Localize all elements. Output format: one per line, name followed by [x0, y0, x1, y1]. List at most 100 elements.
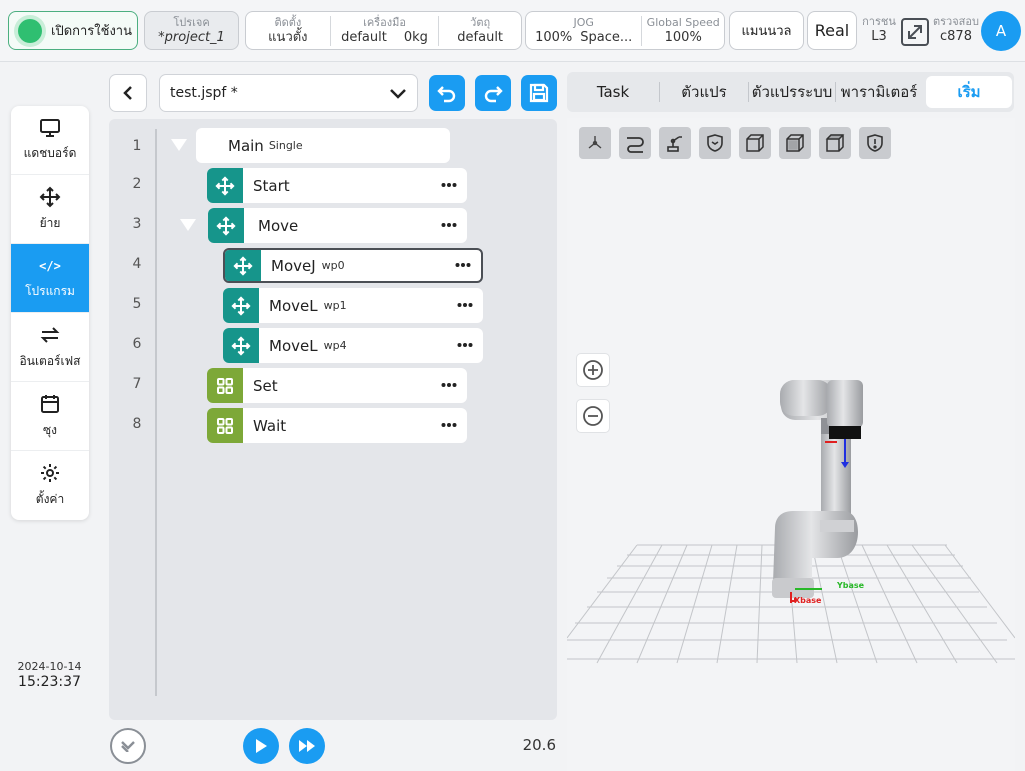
more-icon[interactable]	[441, 418, 457, 432]
clock: 2024-10-14 15:23:37	[0, 660, 99, 690]
tree-node-movel[interactable]: MoveL wp4	[223, 328, 483, 363]
line-number: 6	[132, 336, 142, 352]
move-icon	[223, 328, 259, 363]
user-avatar[interactable]: A	[981, 11, 1021, 51]
nav-item-settings[interactable]: ตั้งค่า	[11, 451, 89, 520]
nav-item-move[interactable]: ย้าย	[11, 175, 89, 244]
play-button[interactable]	[243, 728, 279, 764]
grid-icon	[207, 368, 243, 403]
global-speed-setting[interactable]: Global Speed 100%	[642, 12, 724, 49]
more-icon[interactable]	[441, 218, 457, 232]
node-name: Main	[228, 136, 264, 155]
collision-value: L3	[871, 29, 887, 44]
more-icon[interactable]	[457, 338, 473, 352]
code-icon: </>	[39, 258, 61, 273]
tree-node-start[interactable]: Start	[207, 168, 467, 203]
collapse-main-toggle[interactable]	[171, 139, 187, 151]
tree-node-wait[interactable]: Wait	[207, 408, 467, 443]
tree-node-move[interactable]: Move	[208, 208, 467, 243]
fast-forward-icon	[299, 740, 315, 752]
collision-label: การชน	[862, 15, 896, 28]
robot-scene	[567, 380, 1015, 664]
manual-mode-button[interactable]: แมนนวล	[729, 11, 804, 50]
project-selector[interactable]: โปรเจค *project_1	[144, 11, 239, 50]
clock-date: 2024-10-14	[17, 660, 82, 673]
save-button[interactable]	[521, 75, 557, 111]
tree-node-movel[interactable]: MoveL wp1	[223, 288, 483, 323]
tab-start[interactable]: เริ่ม	[926, 76, 1012, 108]
project-value: *project_1	[158, 29, 225, 45]
line-number: 7	[132, 376, 142, 392]
redo-icon	[484, 86, 503, 103]
tool-weight: 0kg	[403, 29, 428, 45]
swap-icon	[40, 326, 60, 343]
move-icon	[223, 288, 259, 323]
expand-icon[interactable]	[900, 17, 930, 47]
save-icon	[529, 83, 549, 103]
speed-readout: 20.6	[522, 736, 556, 754]
tree-node-set[interactable]: Set	[207, 368, 467, 403]
speed-panel[interactable]: JOG 100% Space... Global Speed 100%	[525, 11, 725, 50]
nav-label: ย้าย	[39, 215, 61, 230]
move-icon	[207, 168, 243, 203]
move-icon	[225, 250, 261, 281]
more-icon[interactable]	[441, 378, 457, 392]
nav-label: แดชบอร์ด	[23, 145, 77, 160]
more-icon[interactable]	[441, 178, 457, 192]
file-select[interactable]: test.jspf *	[159, 74, 418, 112]
node-name: MoveL	[269, 296, 318, 315]
install-label: ติดตั้ง	[274, 15, 302, 29]
tool-setting[interactable]: เครื่องมือ default 0kg	[331, 12, 439, 49]
tab-system-variables[interactable]: ตัวแปรระบบ	[749, 76, 835, 108]
jog-label: JOG	[573, 15, 594, 29]
enable-button[interactable]: เปิดการใช้งาน	[8, 11, 138, 50]
real-env-button[interactable]: Real	[807, 11, 857, 50]
tree-node-movej[interactable]: MoveJ wp0	[223, 248, 483, 283]
nav-item-program[interactable]: </> โปรแกรม	[11, 244, 89, 313]
enable-label: เปิดการใช้งาน	[51, 24, 132, 39]
robot-3d-viewport[interactable]: Xbase Ybase	[567, 118, 1015, 771]
collapse-down-button[interactable]	[110, 728, 146, 764]
tab-parameters[interactable]: พารามิเตอร์	[836, 76, 922, 108]
undo-button[interactable]	[429, 75, 465, 111]
redo-button[interactable]	[475, 75, 511, 111]
global-speed-value: 100%	[664, 29, 702, 45]
more-icon[interactable]	[455, 258, 471, 272]
jog-setting[interactable]: JOG 100% Space...	[526, 12, 641, 49]
collapse-move-toggle[interactable]	[180, 219, 196, 231]
line-number: 5	[132, 296, 142, 312]
more-icon[interactable]	[457, 298, 473, 312]
file-name: test.jspf *	[170, 85, 238, 101]
step-button[interactable]	[289, 728, 325, 764]
collision-level[interactable]: การชน L3	[862, 15, 896, 45]
main-nav: แดชบอร์ด ย้าย </> โปรแกรม อินเตอร์เฟส ซุ…	[11, 106, 89, 520]
clock-time: 15:23:37	[18, 674, 81, 690]
axis-y-label: Ybase	[837, 581, 865, 590]
nav-item-log[interactable]: ซุง	[11, 382, 89, 451]
payload-setting[interactable]: วัตถุ default	[439, 12, 521, 49]
gear-icon	[41, 464, 59, 482]
monitor-icon	[40, 118, 60, 137]
back-button[interactable]	[109, 74, 147, 112]
chevron-down-icon	[121, 741, 135, 752]
node-name: Start	[253, 176, 290, 195]
tab-variables[interactable]: ตัวแปร	[660, 76, 748, 108]
play-icon	[256, 739, 267, 753]
chevron-left-icon	[123, 86, 132, 100]
line-number: 4	[132, 256, 142, 272]
line-number: 3	[132, 216, 142, 232]
nav-item-interface[interactable]: อินเตอร์เฟส	[11, 313, 89, 382]
jog-frame: Space...	[580, 29, 633, 45]
installation-panel[interactable]: ติดตั้ง แนวตั้ง เครื่องมือ default 0kg ว…	[245, 11, 522, 50]
tree-gutter	[155, 129, 157, 696]
node-sub: Single	[268, 139, 303, 152]
right-tabs: Task ตัวแปร ตัวแปรระบบ พารามิเตอร์ เริ่ม	[567, 72, 1014, 112]
install-orientation[interactable]: ติดตั้ง แนวตั้ง	[246, 12, 330, 49]
tab-task[interactable]: Task	[567, 76, 659, 108]
install-value: แนวตั้ง	[268, 29, 308, 45]
line-number: 8	[132, 416, 142, 432]
tree-node-main[interactable]: Main Single	[196, 128, 450, 163]
checksum-label: ตรวจสอบ	[933, 15, 979, 28]
nav-item-dashboard[interactable]: แดชบอร์ด	[11, 106, 89, 175]
checksum-value: c878	[940, 29, 972, 44]
